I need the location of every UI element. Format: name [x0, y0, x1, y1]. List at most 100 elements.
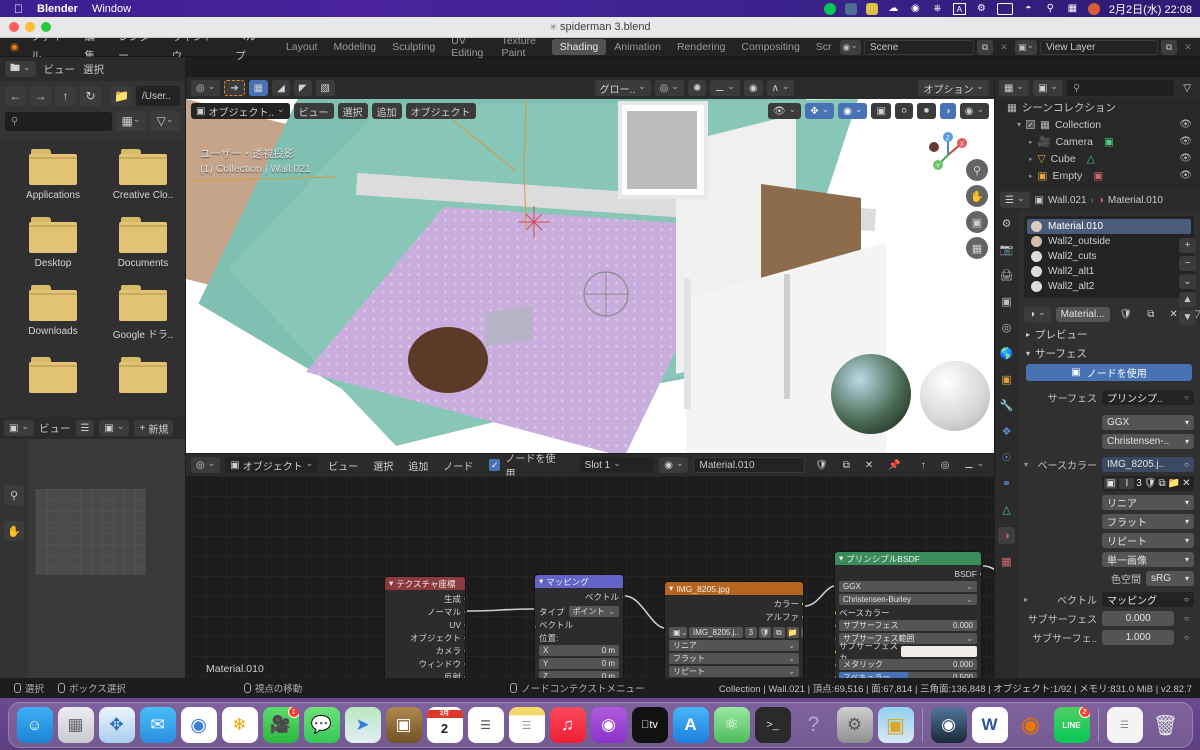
visibility-eye-icon[interactable]: 👁 [1179, 136, 1192, 147]
shading-solid-icon[interactable]: ⚫ [917, 103, 936, 119]
dock-item-notes[interactable]: ☰ [508, 707, 545, 743]
data-icon[interactable]: △ [998, 501, 1015, 518]
tool-icon[interactable]: ⚙ [998, 215, 1015, 232]
snap-node-icon[interactable]: ↑ [916, 457, 931, 473]
vp-menu-add[interactable]: 追加 [371, 103, 402, 119]
pin-icon[interactable]: 📌 [883, 457, 905, 473]
image-datablock-row[interactable]: ▣ IMG_8205.j.. 3 🛡 ⧉ 📁 ✕ [669, 627, 803, 638]
dock-item-finder[interactable]: ☺ [16, 707, 53, 743]
collection-checkbox[interactable]: ✓ [1026, 120, 1036, 129]
fb-menu-view[interactable]: ビュー [44, 62, 76, 77]
outliner-row-collection[interactable]: ▾ ✓ ▦ Collection 👁 [995, 116, 1200, 133]
prop-value[interactable]: 単一画像 ▾ [1102, 552, 1194, 567]
timemachine-icon[interactable]: ◉ [909, 3, 922, 15]
breadcrumb-material[interactable]: Material.010 [1108, 195, 1163, 206]
move-slot-up-button[interactable]: ▲ [1179, 292, 1196, 307]
chevron-down-icon[interactable]: ▾ [1185, 498, 1189, 507]
unlink-image-icon[interactable]: ✕ [1182, 478, 1190, 489]
prop-value[interactable]: リピート ▾ [1102, 533, 1194, 548]
tab-rendering[interactable]: Rendering [669, 39, 733, 55]
material-slot-row[interactable]: Wall2_outside [1027, 234, 1191, 249]
node-output[interactable]: カラー [669, 598, 803, 609]
node-output[interactable]: UV [389, 619, 465, 630]
node-output[interactable]: ウィンドウ [389, 658, 465, 669]
object-mode-dropdown[interactable]: ▣ オブジェクト.. [191, 103, 290, 119]
viewport-options-button[interactable]: オプション [918, 80, 989, 96]
grid-icon[interactable]: ▦ [966, 237, 988, 259]
dock-item-music[interactable]: ♫ [549, 707, 586, 743]
menu-window[interactable]: Window [92, 3, 131, 15]
tweak-cursor-icon[interactable]: ➔ [224, 80, 245, 96]
display-mode-icon[interactable]: ▣ [1033, 80, 1063, 96]
prop-value[interactable]: プリンシプ.. ○ [1102, 390, 1194, 405]
collapse-icon[interactable]: ▾ [539, 576, 543, 587]
dock-item-messages[interactable]: 💬 [303, 707, 340, 743]
dock-item-help[interactable]: ? [796, 707, 832, 743]
dock-item-wallet[interactable]: ▣ [385, 707, 422, 743]
hand-icon[interactable]: ✋ [4, 521, 24, 541]
input-source-icon[interactable]: A [952, 2, 966, 15]
prop-value[interactable]: GGX ▾ [1102, 415, 1194, 430]
prop-value[interactable]: マッピング ○ [1102, 592, 1194, 607]
vp-menu-view[interactable]: ビュー [293, 103, 334, 119]
image-users-count[interactable]: 3 [1136, 478, 1142, 489]
material-slot-row[interactable]: Wall2_alt2 [1027, 279, 1191, 294]
dock-item-word[interactable]: W [971, 707, 1008, 743]
outliner-row-scene-collection[interactable]: ▦ シーンコレクション [995, 99, 1200, 116]
node-header[interactable]: ▾ IMG_8205.jpg [665, 582, 803, 595]
filter-icon[interactable]: ▽ [150, 111, 180, 131]
editor-type-icon[interactable]: ☰ [1000, 192, 1030, 208]
sh-menu-view[interactable]: ビュー [323, 457, 363, 473]
duplicate-material-icon[interactable]: ⧉ [838, 457, 855, 473]
blender-logo-icon[interactable]: ◉ [5, 41, 24, 53]
dock-item-appletv[interactable]: tv [631, 707, 668, 743]
dock-item-line[interactable]: LINE 2 [1053, 707, 1090, 743]
dot-icon[interactable]: ○ [1179, 630, 1194, 646]
lb-list-icon[interactable]: ☰ [75, 420, 95, 436]
new-folder-icon[interactable]: 📁 [111, 86, 132, 106]
node-header[interactable]: ▾ プリンシプルBSDF [835, 552, 981, 565]
dock-item-atom[interactable]: ⚛ [713, 707, 750, 743]
physics-icon[interactable]: ☉ [998, 449, 1015, 466]
visibility-icon[interactable]: 👁 [767, 103, 802, 119]
line-icon[interactable] [823, 2, 836, 15]
node-output[interactable]: 生成 [389, 593, 465, 604]
tab-layout[interactable]: Layout [278, 39, 326, 55]
sh-menu-select[interactable]: 選択 [368, 457, 398, 473]
forward-icon[interactable]: → [30, 86, 51, 106]
node-input[interactable]: サブサーフェス 0.000 [835, 620, 977, 631]
dot-icon[interactable]: ○ [1179, 611, 1194, 627]
distribution-row[interactable]: GGX [839, 581, 977, 592]
node-input[interactable]: サブサーフェスカ.. [835, 641, 977, 663]
mapping-type-row[interactable]: タイプ ポイント [539, 606, 619, 617]
bluetooth-icon[interactable]: ⚙ [975, 3, 988, 15]
mesh-data-icon[interactable]: △ [1087, 153, 1095, 165]
editor-type-icon[interactable]: ▦ [999, 80, 1029, 96]
interpolation-row[interactable]: リニア [669, 640, 799, 651]
menu-bar-clock[interactable]: 2月2日(水) 22:08 [1109, 1, 1192, 17]
node-input[interactable]: ベースカラー [835, 607, 977, 618]
subsurface-method-row[interactable]: Christensen-Burley [839, 594, 977, 605]
disclosure-triangle-icon[interactable]: ▸ [1029, 172, 1033, 180]
edge-select-icon[interactable]: ◢ [272, 80, 290, 96]
snap-icon[interactable]: ◎ [654, 80, 684, 96]
material-slot-row[interactable]: Wall2_cuts [1027, 249, 1191, 264]
outliner-search-input[interactable]: ⚲ [1067, 80, 1175, 96]
material-name-field[interactable]: Material... [1055, 307, 1110, 322]
dropbox-icon[interactable] [844, 2, 857, 15]
material-slot-list[interactable]: Material.010 Wall2_outside Wall2_cuts Wa… [1024, 216, 1194, 298]
fake-user-icon[interactable]: 🛡 [758, 627, 771, 638]
falloff-icon[interactable]: ∧ [766, 80, 795, 96]
shading-material-preview-icon[interactable]: ◑ [939, 103, 956, 119]
xray-toggle-icon[interactable]: ▣ [871, 103, 891, 119]
apple-icon[interactable]:  [14, 2, 23, 16]
collapse-icon[interactable]: ▾ [389, 578, 393, 589]
node-output[interactable]: アルファ [669, 611, 803, 622]
dock-item-documents-stack[interactable]: ☰ [1106, 707, 1143, 743]
vertex-select-icon[interactable]: ▦ [248, 80, 269, 96]
file-item[interactable]: Google ドラ.. [106, 285, 180, 341]
chevron-down-icon[interactable]: ▾ [1185, 418, 1189, 427]
editor-type-icon[interactable]: 🖿 [5, 61, 36, 77]
dock-item-blender[interactable]: ◉ [1013, 707, 1049, 743]
scene-browse-icon[interactable]: ◉ [839, 39, 861, 55]
